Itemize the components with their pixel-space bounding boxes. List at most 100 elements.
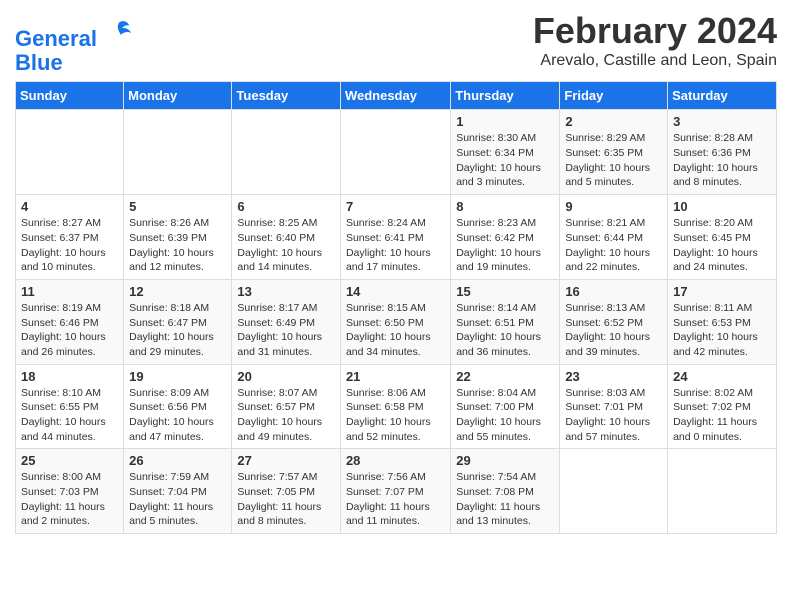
day-info: Sunrise: 7:59 AMSunset: 7:04 PMDaylight:… <box>129 470 226 529</box>
calendar-cell <box>668 449 777 534</box>
day-info: Sunrise: 8:11 AMSunset: 6:53 PMDaylight:… <box>673 301 771 360</box>
day-number: 12 <box>129 284 226 299</box>
calendar-cell <box>16 110 124 195</box>
day-number: 18 <box>21 369 118 384</box>
week-row-1: 4 Sunrise: 8:27 AMSunset: 6:37 PMDaylight… <box>16 195 777 280</box>
day-number: 15 <box>456 284 554 299</box>
calendar-cell <box>124 110 232 195</box>
day-info: Sunrise: 7:56 AMSunset: 7:07 PMDaylight:… <box>346 470 445 529</box>
day-number: 9 <box>565 199 662 214</box>
day-number: 11 <box>21 284 118 299</box>
week-row-0: 1Sunrise: 8:30 AMSunset: 6:34 PMDaylight… <box>16 110 777 195</box>
calendar-cell: 14 Sunrise: 8:15 AMSunset: 6:50 PMDayligh… <box>340 279 450 364</box>
day-number: 19 <box>129 369 226 384</box>
calendar-cell: 25 Sunrise: 8:00 AMSunset: 7:03 PMDayligh… <box>16 449 124 534</box>
day-number: 7 <box>346 199 445 214</box>
day-number: 6 <box>237 199 335 214</box>
calendar-cell: 21 Sunrise: 8:06 AMSunset: 6:58 PMDayligh… <box>340 364 450 449</box>
day-number: 3 <box>673 114 771 129</box>
calendar-cell: 18Sunrise: 8:10 AMSunset: 6:55 PMDayligh… <box>16 364 124 449</box>
calendar-cell: 16 Sunrise: 8:13 AMSunset: 6:52 PMDayligh… <box>560 279 668 364</box>
calendar-cell: 20Sunrise: 8:07 AMSunset: 6:57 PMDayligh… <box>232 364 341 449</box>
day-info: Sunrise: 8:26 AMSunset: 6:39 PMDaylight:… <box>129 216 226 275</box>
header-saturday: Saturday <box>668 82 777 110</box>
header-friday: Friday <box>560 82 668 110</box>
day-number: 27 <box>237 453 335 468</box>
day-number: 16 <box>565 284 662 299</box>
day-number: 8 <box>456 199 554 214</box>
day-info: Sunrise: 7:54 AMSunset: 7:08 PMDaylight:… <box>456 470 554 529</box>
day-info: Sunrise: 8:07 AMSunset: 6:57 PMDaylight:… <box>237 386 335 445</box>
week-row-2: 11 Sunrise: 8:19 AMSunset: 6:46 PMDayligh… <box>16 279 777 364</box>
calendar-cell <box>340 110 450 195</box>
logo-general: General <box>15 26 97 51</box>
calendar-cell: 23 Sunrise: 8:03 AMSunset: 7:01 PMDayligh… <box>560 364 668 449</box>
day-number: 17 <box>673 284 771 299</box>
day-info: Sunrise: 8:04 AMSunset: 7:00 PMDaylight:… <box>456 386 554 445</box>
day-info: Sunrise: 8:19 AMSunset: 6:46 PMDaylight:… <box>21 301 118 360</box>
header: General Blue February 2024 Arevalo, Cast… <box>15 10 777 75</box>
calendar-cell <box>232 110 341 195</box>
calendar-cell: 24Sunrise: 8:02 AMSunset: 7:02 PMDayligh… <box>668 364 777 449</box>
day-info: Sunrise: 8:21 AMSunset: 6:44 PMDaylight:… <box>565 216 662 275</box>
calendar-cell: 1Sunrise: 8:30 AMSunset: 6:34 PMDaylight… <box>451 110 560 195</box>
calendar-cell: 15 Sunrise: 8:14 AMSunset: 6:51 PMDayligh… <box>451 279 560 364</box>
week-row-3: 18Sunrise: 8:10 AMSunset: 6:55 PMDayligh… <box>16 364 777 449</box>
day-info: Sunrise: 8:15 AMSunset: 6:50 PMDaylight:… <box>346 301 445 360</box>
day-info: Sunrise: 8:20 AMSunset: 6:45 PMDaylight:… <box>673 216 771 275</box>
day-info: Sunrise: 8:09 AMSunset: 6:56 PMDaylight:… <box>129 386 226 445</box>
day-number: 29 <box>456 453 554 468</box>
day-number: 4 <box>21 199 118 214</box>
calendar-table: SundayMondayTuesdayWednesdayThursdayFrid… <box>15 81 777 534</box>
calendar-cell <box>560 449 668 534</box>
day-number: 10 <box>673 199 771 214</box>
day-info: Sunrise: 8:00 AMSunset: 7:03 PMDaylight:… <box>21 470 118 529</box>
day-info: Sunrise: 8:18 AMSunset: 6:47 PMDaylight:… <box>129 301 226 360</box>
calendar-cell: 26 Sunrise: 7:59 AMSunset: 7:04 PMDayligh… <box>124 449 232 534</box>
logo-blue: Blue <box>15 50 63 75</box>
calendar-cell: 5 Sunrise: 8:26 AMSunset: 6:39 PMDaylight… <box>124 195 232 280</box>
header-monday: Monday <box>124 82 232 110</box>
calendar-cell: 28 Sunrise: 7:56 AMSunset: 7:07 PMDayligh… <box>340 449 450 534</box>
day-number: 13 <box>237 284 335 299</box>
calendar-cell: 29 Sunrise: 7:54 AMSunset: 7:08 PMDayligh… <box>451 449 560 534</box>
day-info: Sunrise: 8:13 AMSunset: 6:52 PMDaylight:… <box>565 301 662 360</box>
calendar-cell: 22 Sunrise: 8:04 AMSunset: 7:00 PMDayligh… <box>451 364 560 449</box>
calendar-cell: 9 Sunrise: 8:21 AMSunset: 6:44 PMDaylight… <box>560 195 668 280</box>
calendar-cell: 3 Sunrise: 8:28 AMSunset: 6:36 PMDaylight… <box>668 110 777 195</box>
day-info: Sunrise: 8:14 AMSunset: 6:51 PMDaylight:… <box>456 301 554 360</box>
day-info: Sunrise: 8:03 AMSunset: 7:01 PMDaylight:… <box>565 386 662 445</box>
calendar-cell: 19 Sunrise: 8:09 AMSunset: 6:56 PMDayligh… <box>124 364 232 449</box>
day-number: 26 <box>129 453 226 468</box>
day-info: Sunrise: 8:23 AMSunset: 6:42 PMDaylight:… <box>456 216 554 275</box>
day-info: Sunrise: 8:28 AMSunset: 6:36 PMDaylight:… <box>673 131 771 190</box>
calendar-cell: 13 Sunrise: 8:17 AMSunset: 6:49 PMDayligh… <box>232 279 341 364</box>
header-row: SundayMondayTuesdayWednesdayThursdayFrid… <box>16 82 777 110</box>
day-info: Sunrise: 8:29 AMSunset: 6:35 PMDaylight:… <box>565 131 662 190</box>
day-info: Sunrise: 7:57 AMSunset: 7:05 PMDaylight:… <box>237 470 335 529</box>
day-number: 28 <box>346 453 445 468</box>
day-info: Sunrise: 8:02 AMSunset: 7:02 PMDaylight:… <box>673 386 771 445</box>
title-area: February 2024 Arevalo, Castille and Leon… <box>533 10 777 70</box>
day-number: 5 <box>129 199 226 214</box>
header-sunday: Sunday <box>16 82 124 110</box>
calendar-cell: 17 Sunrise: 8:11 AMSunset: 6:53 PMDayligh… <box>668 279 777 364</box>
day-number: 23 <box>565 369 662 384</box>
day-number: 22 <box>456 369 554 384</box>
day-info: Sunrise: 8:27 AMSunset: 6:37 PMDaylight:… <box>21 216 118 275</box>
day-number: 25 <box>21 453 118 468</box>
calendar-cell: 2Sunrise: 8:29 AMSunset: 6:35 PMDaylight… <box>560 110 668 195</box>
header-tuesday: Tuesday <box>232 82 341 110</box>
logo-bird-icon <box>105 18 133 46</box>
month-title: February 2024 <box>533 10 777 52</box>
day-number: 21 <box>346 369 445 384</box>
calendar-cell: 11 Sunrise: 8:19 AMSunset: 6:46 PMDayligh… <box>16 279 124 364</box>
calendar-cell: 8 Sunrise: 8:23 AMSunset: 6:42 PMDaylight… <box>451 195 560 280</box>
day-info: Sunrise: 8:06 AMSunset: 6:58 PMDaylight:… <box>346 386 445 445</box>
header-thursday: Thursday <box>451 82 560 110</box>
calendar-cell: 6Sunrise: 8:25 AMSunset: 6:40 PMDaylight… <box>232 195 341 280</box>
day-number: 14 <box>346 284 445 299</box>
day-info: Sunrise: 8:17 AMSunset: 6:49 PMDaylight:… <box>237 301 335 360</box>
week-row-4: 25 Sunrise: 8:00 AMSunset: 7:03 PMDayligh… <box>16 449 777 534</box>
header-wednesday: Wednesday <box>340 82 450 110</box>
